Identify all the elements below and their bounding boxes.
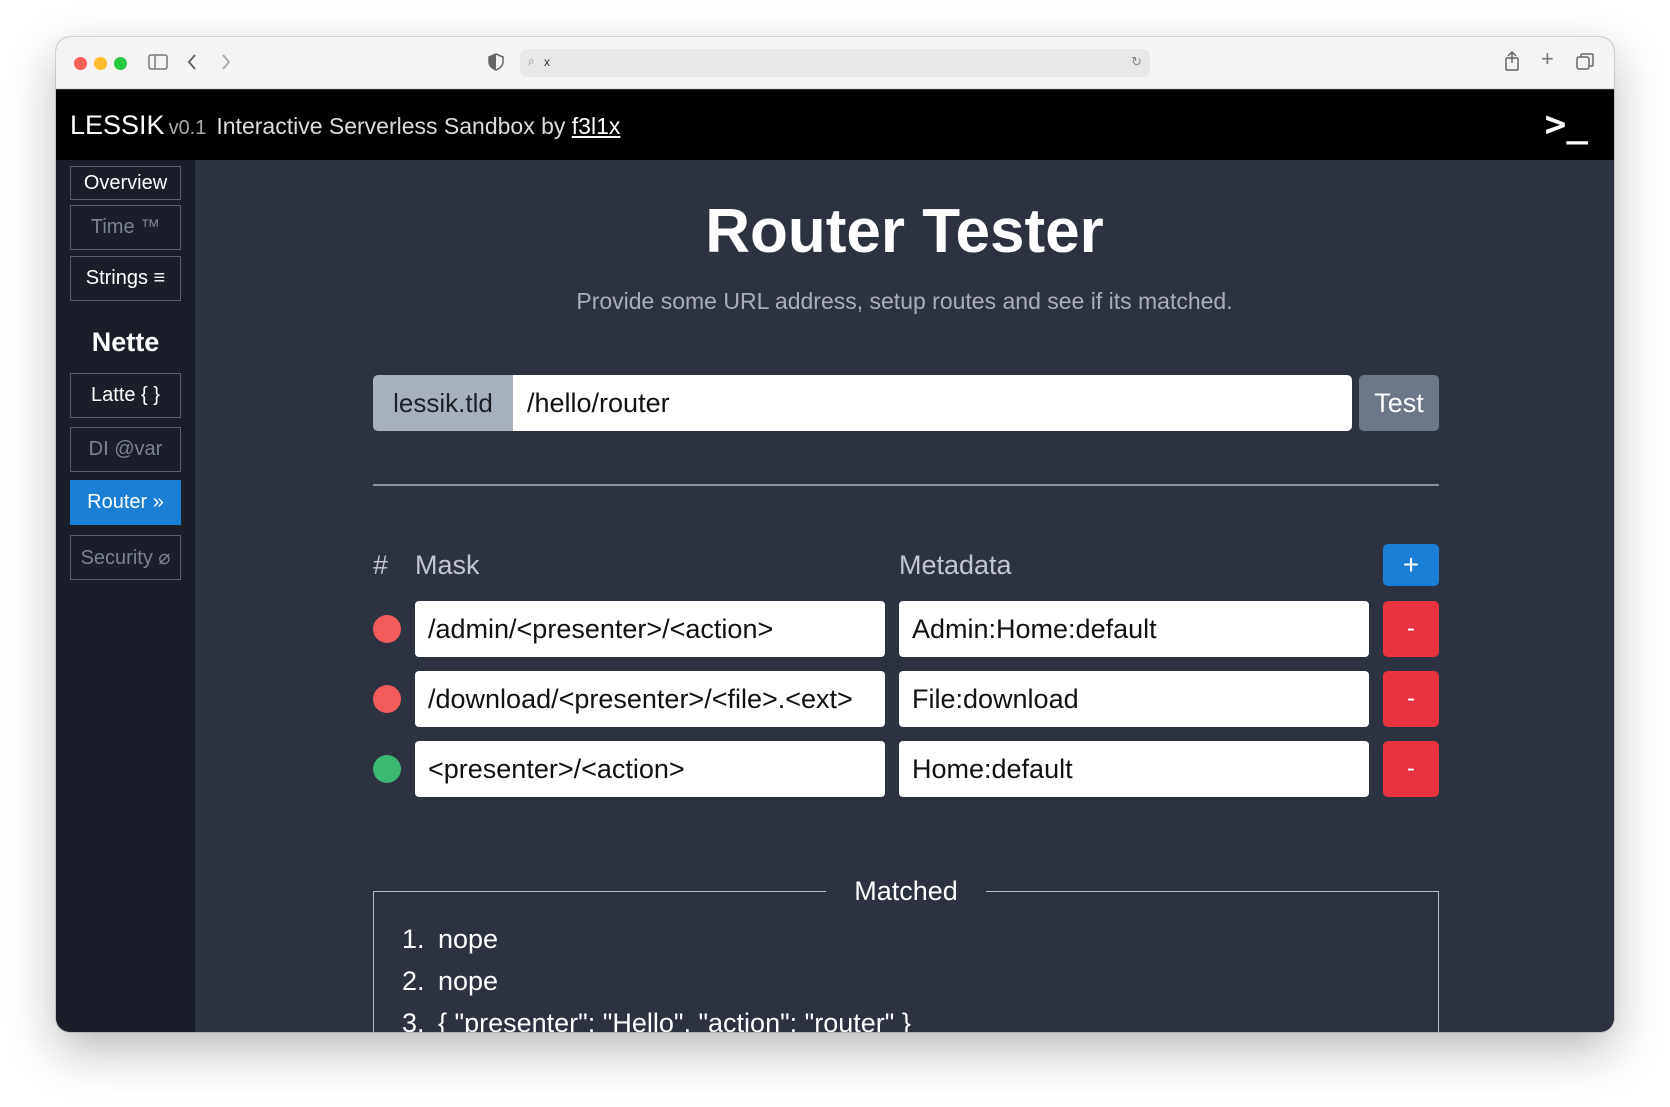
- sidebar-toggle-icon[interactable]: [148, 54, 168, 73]
- result-number: 3.: [402, 1008, 425, 1032]
- main-content: Router Tester Provide some URL address, …: [195, 160, 1614, 1032]
- url-path-input[interactable]: [513, 375, 1352, 431]
- share-icon[interactable]: [1504, 50, 1520, 74]
- route-status-no-match: [373, 615, 401, 643]
- route-mask-input[interactable]: [415, 671, 885, 727]
- route-row: -: [373, 601, 1439, 657]
- minimize-window-icon[interactable]: [94, 57, 107, 70]
- reload-icon[interactable]: ↻: [1131, 54, 1142, 70]
- result-text: { "presenter": "Hello", "action": "route…: [438, 1008, 911, 1032]
- tagline: Interactive Serverless Sandbox by f3l1x: [216, 113, 620, 139]
- sidebar-section-heading: Nette: [91, 327, 160, 357]
- result-number: 2.: [402, 966, 425, 996]
- sidebar-item-time[interactable]: Time ™: [70, 205, 181, 250]
- matched-panel: Matched 1. nope 2. nope 3. { "presenter": "…: [373, 876, 1439, 1032]
- close-window-icon[interactable]: [74, 57, 87, 70]
- column-header-index: #: [373, 550, 389, 580]
- route-status-no-match: [373, 685, 401, 713]
- forward-icon[interactable]: [220, 52, 232, 75]
- browser-toolbar: ⌕ x ↻ +: [56, 37, 1614, 89]
- sidebar: Overview Time ™ Strings ≡ Nette Latte { …: [56, 160, 195, 1032]
- page-subtitle: Provide some URL address, setup routes a…: [576, 288, 1233, 314]
- remove-route-button[interactable]: -: [1383, 741, 1439, 797]
- version-label: v0.1: [168, 117, 207, 139]
- route-metadata-input[interactable]: [899, 741, 1369, 797]
- tagline-text: Interactive Serverless Sandbox by: [216, 113, 566, 139]
- shield-icon[interactable]: [488, 53, 504, 74]
- sidebar-item-router[interactable]: Router »: [70, 480, 181, 525]
- result-text: nope: [438, 924, 499, 954]
- brand-name: LESSIK: [70, 110, 165, 140]
- route-metadata-input[interactable]: [899, 671, 1369, 727]
- new-tab-icon[interactable]: +: [1541, 48, 1554, 70]
- divider: [373, 484, 1439, 486]
- maximize-window-icon[interactable]: [114, 57, 127, 70]
- url-host-prefix: lessik.tld: [373, 375, 513, 431]
- route-metadata-input[interactable]: [899, 601, 1369, 657]
- address-bar[interactable]: ⌕ x ↻: [520, 49, 1150, 77]
- browser-window: ⌕ x ↻ + LESSIK v0.1 Interactive Serverless…: [56, 37, 1614, 1032]
- search-icon: ⌕: [528, 54, 535, 68]
- test-button[interactable]: Test: [1359, 375, 1439, 431]
- address-text: x: [544, 55, 550, 69]
- sidebar-item-strings[interactable]: Strings ≡: [70, 256, 181, 301]
- brand: LESSIK v0.1 Interactive Serverless Sandbox…: [70, 110, 620, 141]
- tabs-overview-icon[interactable]: [1576, 53, 1594, 74]
- back-icon[interactable]: [186, 52, 198, 75]
- result-number: 1.: [402, 924, 425, 954]
- sidebar-item-di[interactable]: DI @var: [70, 427, 181, 472]
- matched-result-item: 2. nope: [402, 960, 911, 1002]
- route-row: -: [373, 741, 1439, 797]
- route-row: -: [373, 671, 1439, 727]
- url-input-group: lessik.tld Test: [373, 375, 1439, 431]
- app-header: LESSIK v0.1 Interactive Serverless Sandbox…: [56, 90, 1614, 160]
- column-header-metadata: Metadata: [899, 550, 1012, 580]
- sidebar-item-security[interactable]: Security ⌀: [70, 535, 181, 580]
- result-text: nope: [438, 966, 499, 996]
- route-mask-input[interactable]: [415, 741, 885, 797]
- sidebar-item-latte[interactable]: Latte { }: [70, 373, 181, 418]
- add-route-button[interactable]: +: [1383, 544, 1439, 586]
- page-title: Router Tester: [705, 197, 1104, 266]
- column-header-mask: Mask: [415, 550, 480, 580]
- matched-result-item: 1. nope: [402, 918, 911, 960]
- route-status-match: [373, 755, 401, 783]
- sidebar-item-overview[interactable]: Overview: [70, 166, 181, 200]
- terminal-icon[interactable]: >_: [1545, 104, 1588, 145]
- author-link[interactable]: f3l1x: [572, 113, 621, 139]
- matched-result-item: 3. { "presenter": "Hello", "action": "rou…: [402, 1002, 911, 1032]
- remove-route-button[interactable]: -: [1383, 671, 1439, 727]
- matched-legend-text: Matched: [826, 876, 986, 906]
- route-mask-input[interactable]: [415, 601, 885, 657]
- remove-route-button[interactable]: -: [1383, 601, 1439, 657]
- matched-results-list: 1. nope 2. nope 3. { "presenter": "Hello", …: [402, 918, 911, 1032]
- matched-legend: Matched: [374, 876, 1438, 907]
